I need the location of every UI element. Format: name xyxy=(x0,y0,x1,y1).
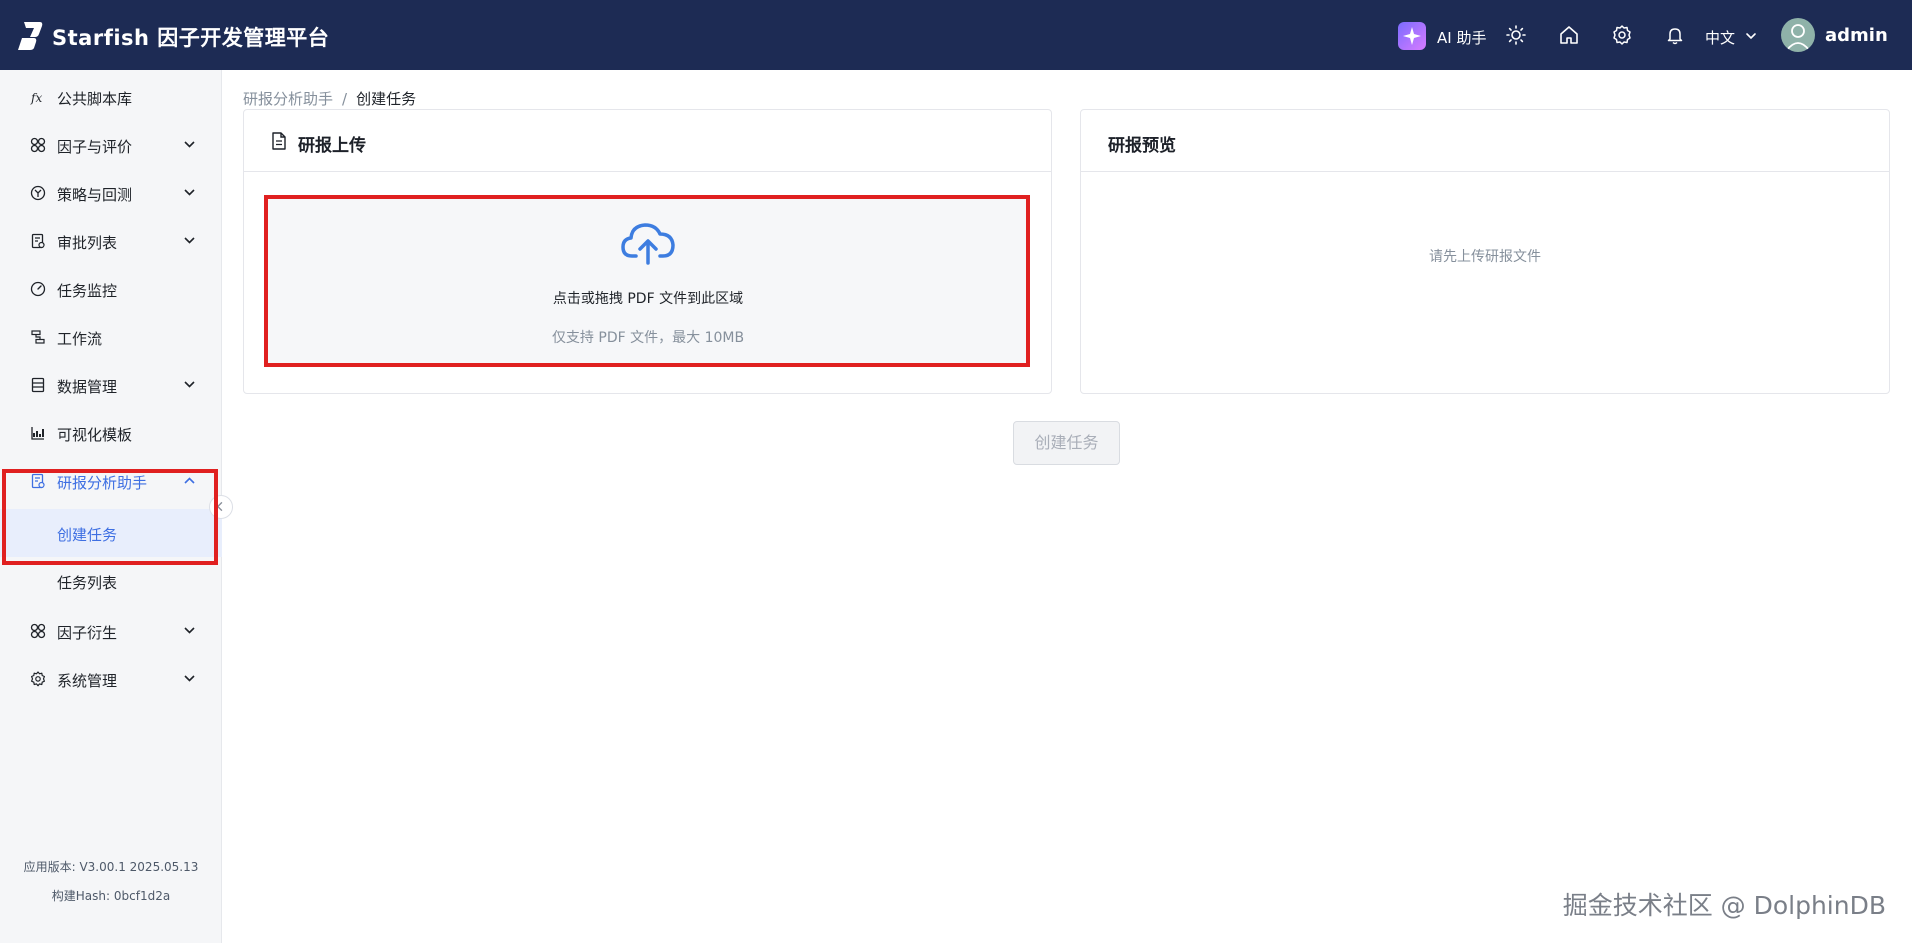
dropzone-hint-text: 仅支持 PDF 文件，最大 10MB xyxy=(551,330,745,346)
language-selector[interactable]: 中文 xyxy=(1705,27,1735,48)
chevron-down-icon xyxy=(184,627,195,634)
sidebar-item-task-monitor[interactable]: 任务监控 xyxy=(0,265,222,313)
preview-card-header: 研报预览 xyxy=(1081,110,1889,172)
chevron-down-icon xyxy=(184,141,195,148)
build-hash: 构建Hash: 0bcf1d2a xyxy=(51,889,171,903)
gauge-icon xyxy=(30,281,46,297)
top-header: Starfish 因子开发管理平台 AI 助手 中文 admin xyxy=(0,0,1912,70)
sidebar-item-workflow[interactable]: 工作流 xyxy=(0,313,222,361)
sidebar-item-system-management[interactable]: 系统管理 xyxy=(0,655,222,703)
sidebar-item-label: 因子与评价 xyxy=(57,138,133,156)
sidebar-item-public-scripts[interactable]: fx 公共脚本库 xyxy=(0,73,222,121)
sidebar-item-factor-evaluation[interactable]: 因子与评价 xyxy=(0,121,222,169)
upload-card-title: 研报上传 xyxy=(298,136,366,156)
sidebar-item-label: 因子衍生 xyxy=(57,624,118,642)
ai-sparkle-icon[interactable] xyxy=(1398,22,1426,50)
chevron-down-icon xyxy=(184,675,195,682)
dropzone-main-text: 点击或拖拽 PDF 文件到此区域 xyxy=(552,291,744,307)
sidebar-item-data-management[interactable]: 数据管理 xyxy=(0,361,222,409)
pdf-dropzone[interactable]: 点击或拖拽 PDF 文件到此区域 仅支持 PDF 文件，最大 10MB xyxy=(268,198,1028,364)
chevron-down-icon xyxy=(184,381,195,388)
upload-card-header: 研报上传 xyxy=(244,110,1051,172)
settings-icon[interactable] xyxy=(1611,24,1633,46)
app-title: Starfish 因子开发管理平台 xyxy=(52,26,330,50)
sidebar-item-approval-list[interactable]: 审批列表 xyxy=(0,217,222,265)
sidebar-item-report-assistant[interactable]: 研报分析助手 xyxy=(0,457,222,505)
chevron-down-icon xyxy=(184,237,195,244)
logo-icon[interactable] xyxy=(16,20,44,52)
sidebar-item-label: 任务监控 xyxy=(57,282,118,300)
sidebar-item-label: 工作流 xyxy=(57,330,103,348)
sidebar-item-label: 公共脚本库 xyxy=(57,90,133,108)
sidebar-subitem-label: 任务列表 xyxy=(57,574,118,592)
sidebar-item-strategy-backtest[interactable]: 策略与回测 xyxy=(0,169,222,217)
factor-derive-icon xyxy=(30,623,46,639)
sidebar-item-visualization-template[interactable]: 可视化模板 xyxy=(0,409,222,457)
preview-card-title: 研报预览 xyxy=(1108,136,1176,156)
chevron-left-icon xyxy=(216,501,223,512)
sidebar-item-label: 研报分析助手 xyxy=(57,474,148,492)
gear-icon xyxy=(31,671,45,687)
sidebar-subitem-label: 创建任务 xyxy=(57,526,118,544)
theme-sun-icon[interactable] xyxy=(1505,24,1527,46)
cloud-upload-icon xyxy=(621,223,675,265)
breadcrumb-parent[interactable]: 研报分析助手 xyxy=(243,90,333,108)
breadcrumb-current: 创建任务 xyxy=(356,90,417,108)
chevron-down-icon xyxy=(184,189,195,196)
strategy-icon xyxy=(30,185,46,201)
username[interactable]: admin xyxy=(1825,25,1888,46)
sidebar-subitem-task-list[interactable]: 任务列表 xyxy=(0,557,222,605)
sidebar-item-label: 策略与回测 xyxy=(57,186,133,204)
sidebar-item-label: 数据管理 xyxy=(57,378,118,396)
data-icon xyxy=(31,377,45,393)
sidebar-item-factor-derivation[interactable]: 因子衍生 xyxy=(0,607,222,655)
user-avatar-icon[interactable] xyxy=(1781,18,1815,52)
preview-card: 研报预览 请先上传研报文件 xyxy=(1080,109,1890,394)
sidebar-collapse-button[interactable] xyxy=(209,495,233,519)
breadcrumb: 研报分析助手 / 创建任务 xyxy=(243,88,416,109)
bell-icon[interactable] xyxy=(1664,24,1686,46)
function-icon: fx xyxy=(30,91,42,105)
watermark: 掘金技术社区 @ DolphinDB xyxy=(1562,891,1886,920)
ai-assistant-button[interactable]: AI 助手 xyxy=(1437,27,1486,48)
sidebar-item-label: 审批列表 xyxy=(57,234,118,252)
approval-icon xyxy=(31,233,45,249)
breadcrumb-separator: / xyxy=(342,90,348,108)
app-version: 应用版本: V3.00.1 2025.05.13 xyxy=(23,860,199,874)
sidebar-subitem-create-task[interactable]: 创建任务 xyxy=(0,509,222,557)
report-icon xyxy=(31,473,45,489)
chevron-up-icon xyxy=(184,477,195,484)
chevron-down-icon[interactable] xyxy=(1744,29,1758,43)
sidebar: fx 公共脚本库 因子与评价 策略与回测 审批列表 任务监控 工作流 数据管理 … xyxy=(0,70,222,943)
document-icon xyxy=(272,132,286,150)
chart-icon xyxy=(31,427,44,440)
preview-empty-text: 请先上传研报文件 xyxy=(1429,249,1541,265)
factor-icon xyxy=(30,137,46,153)
sidebar-item-label: 系统管理 xyxy=(57,672,118,690)
workflow-icon xyxy=(31,330,45,344)
svg-text:fx: fx xyxy=(30,91,42,105)
sidebar-item-label: 可视化模板 xyxy=(57,426,133,444)
create-task-button[interactable]: 创建任务 xyxy=(1013,421,1120,465)
home-icon[interactable] xyxy=(1558,24,1580,46)
